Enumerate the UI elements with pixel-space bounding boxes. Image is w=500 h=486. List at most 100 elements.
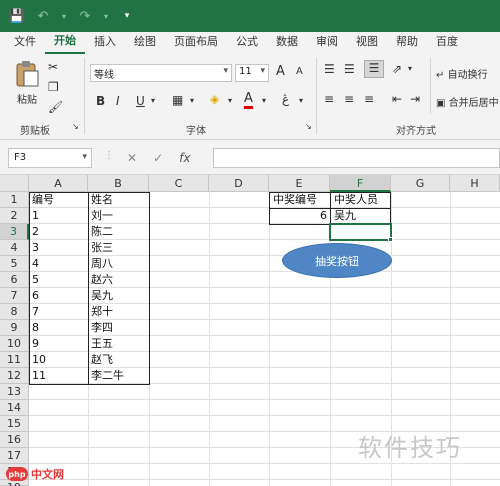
tab-file[interactable]: 文件	[0, 32, 45, 54]
undo-icon[interactable]: ↶	[34, 9, 52, 24]
table-row-id[interactable]: 7	[30, 304, 88, 320]
table-row-name[interactable]: 郑十	[89, 304, 149, 320]
row-header-7[interactable]: 7	[0, 288, 29, 304]
row-header-16[interactable]: 16	[0, 432, 29, 448]
table-row-name[interactable]: 吴九	[89, 288, 149, 304]
active-cell-selection[interactable]	[329, 223, 392, 241]
cancel-icon[interactable]: ✕	[127, 151, 137, 165]
align-middle-icon[interactable]: ☰	[344, 62, 355, 76]
table-row-name[interactable]: 李二牛	[89, 368, 149, 384]
grow-font-button[interactable]: A	[276, 64, 285, 79]
column-header-a[interactable]: A	[29, 175, 88, 192]
row-header-2[interactable]: 2	[0, 208, 29, 224]
redo-dropdown-icon[interactable]: ▾	[102, 12, 110, 21]
font-launcher-icon[interactable]: ↘	[305, 122, 312, 131]
row-header-5[interactable]: 5	[0, 256, 29, 272]
lottery-number-cell[interactable]: 6	[271, 208, 329, 224]
column-header-d[interactable]: D	[209, 175, 269, 192]
table-row-name[interactable]: 赵飞	[89, 352, 149, 368]
align-left-icon[interactable]: ≡	[324, 92, 334, 106]
name-box[interactable]: F3 ▾	[8, 148, 92, 168]
column-header-h[interactable]: H	[450, 175, 500, 192]
formula-input[interactable]	[213, 148, 500, 168]
phonetic-dropdown-icon[interactable]: ▾	[299, 96, 303, 105]
table-row-name[interactable]: 陈二	[89, 224, 149, 240]
align-bottom-icon[interactable]: ☰	[364, 60, 384, 78]
copy-icon[interactable]: ❐	[48, 80, 59, 94]
header-name-cell[interactable]: 姓名	[89, 192, 149, 208]
paste-button[interactable]: 粘贴	[10, 60, 44, 110]
align-right-icon[interactable]: ≡	[364, 92, 374, 106]
lottery-person-header[interactable]: 中奖人员	[332, 192, 390, 208]
align-center-icon[interactable]: ≡	[344, 92, 354, 106]
table-row-name[interactable]: 刘一	[89, 208, 149, 224]
insert-function-icon[interactable]: fx	[179, 151, 190, 165]
table-row-id[interactable]: 1	[30, 208, 88, 224]
redo-icon[interactable]: ↷	[76, 9, 94, 24]
tab-formulas[interactable]: 公式	[227, 32, 267, 54]
fill-handle[interactable]	[388, 237, 393, 242]
fill-color-icon[interactable]: ◈	[210, 92, 219, 106]
font-color-dropdown-icon[interactable]: ▾	[262, 96, 266, 105]
table-row-name[interactable]: 赵六	[89, 272, 149, 288]
save-icon[interactable]: 💾	[8, 9, 26, 24]
decrease-indent-icon[interactable]: ⇤	[392, 92, 402, 106]
row-header-6[interactable]: 6	[0, 272, 29, 288]
table-row-id[interactable]: 3	[30, 240, 88, 256]
row-header-9[interactable]: 9	[0, 320, 29, 336]
phonetic-icon[interactable]: ڠ	[282, 92, 289, 106]
orientation-dropdown-icon[interactable]: ▾	[408, 64, 412, 73]
tab-review[interactable]: 审阅	[307, 32, 347, 54]
table-row-id[interactable]: 9	[30, 336, 88, 352]
row-header-1[interactable]: 1	[0, 192, 29, 208]
font-name-select[interactable]: 等线 ▾	[90, 64, 232, 82]
tab-baidu[interactable]: 百度	[427, 32, 467, 54]
align-top-icon[interactable]: ☰	[324, 62, 335, 76]
confirm-icon[interactable]: ✓	[153, 151, 163, 165]
shrink-font-button[interactable]: A	[296, 66, 303, 77]
bold-button[interactable]: B	[96, 94, 105, 108]
table-row-id[interactable]: 8	[30, 320, 88, 336]
row-header-8[interactable]: 8	[0, 304, 29, 320]
row-header-12[interactable]: 12	[0, 368, 29, 384]
table-row-id[interactable]: 4	[30, 256, 88, 272]
cut-icon[interactable]: ✂	[48, 60, 58, 74]
fill-dropdown-icon[interactable]: ▾	[228, 96, 232, 105]
table-row-id[interactable]: 2	[30, 224, 88, 240]
underline-button[interactable]: U	[136, 94, 145, 108]
underline-dropdown-icon[interactable]: ▾	[151, 96, 155, 105]
merge-center-button[interactable]: ▣ 合并后居中	[436, 94, 499, 109]
table-row-name[interactable]: 李四	[89, 320, 149, 336]
tab-page-layout[interactable]: 页面布局	[165, 32, 227, 54]
table-row-name[interactable]: 王五	[89, 336, 149, 352]
column-header-e[interactable]: E	[269, 175, 330, 192]
column-header-g[interactable]: G	[391, 175, 450, 192]
table-row-name[interactable]: 周八	[89, 256, 149, 272]
customize-icon[interactable]: ▾	[118, 11, 136, 21]
row-header-3[interactable]: 3	[0, 224, 29, 240]
format-painter-icon[interactable]: 🖌	[48, 100, 63, 114]
table-row-id[interactable]: 6	[30, 288, 88, 304]
header-id-cell[interactable]: 编号	[30, 192, 88, 208]
row-header-11[interactable]: 11	[0, 352, 29, 368]
column-header-f[interactable]: F	[330, 175, 391, 192]
tab-home[interactable]: 开始	[45, 32, 85, 54]
column-header-b[interactable]: B	[88, 175, 149, 192]
select-all-corner[interactable]	[0, 175, 29, 192]
clipboard-launcher-icon[interactable]: ↘	[72, 122, 79, 131]
undo-dropdown-icon[interactable]: ▾	[60, 12, 68, 21]
row-header-10[interactable]: 10	[0, 336, 29, 352]
borders-dropdown-icon[interactable]: ▾	[190, 96, 194, 105]
increase-indent-icon[interactable]: ⇥	[410, 92, 420, 106]
lottery-button[interactable]: 抽奖按钮	[282, 243, 392, 278]
column-header-c[interactable]: C	[149, 175, 209, 192]
table-row-id[interactable]: 11	[30, 368, 88, 384]
lottery-person-cell[interactable]: 吴九	[332, 208, 390, 224]
row-header-13[interactable]: 13	[0, 384, 29, 400]
tab-insert[interactable]: 插入	[85, 32, 125, 54]
font-color-button[interactable]: A	[244, 92, 253, 109]
table-row-name[interactable]: 张三	[89, 240, 149, 256]
row-header-4[interactable]: 4	[0, 240, 29, 256]
row-header-17[interactable]: 17	[0, 448, 29, 464]
row-header-15[interactable]: 15	[0, 416, 29, 432]
